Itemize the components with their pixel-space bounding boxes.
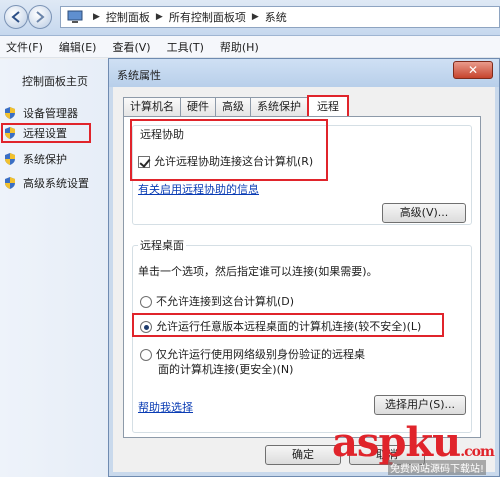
watermark-tagline: 免费网站源码下载站! bbox=[388, 460, 487, 475]
tab-strip: 计算机名 硬件 高级 系统保护 远程 bbox=[123, 95, 349, 117]
remote-assistance-title: 远程协助 bbox=[138, 126, 186, 142]
shield-icon bbox=[5, 153, 15, 165]
select-users-button[interactable]: 选择用户(S)... bbox=[374, 395, 466, 415]
breadcrumb: ▶ 控制面板 ▶ 所有控制面板项 ▶ 系统 bbox=[87, 9, 287, 25]
sidebar-item-label: 设备管理器 bbox=[23, 107, 78, 120]
sidebar-item-system-protection[interactable]: 系统保护 bbox=[3, 149, 107, 169]
watermark-logo: aspku.com 免费网站源码下载站! bbox=[328, 420, 500, 477]
sidebar-item-advanced-settings[interactable]: 高级系统设置 bbox=[3, 173, 107, 193]
shield-icon bbox=[5, 127, 15, 139]
tab-computer-name[interactable]: 计算机名 bbox=[123, 97, 181, 117]
radio-selected-icon bbox=[140, 321, 152, 333]
control-panel-icon bbox=[67, 10, 83, 23]
menu-edit[interactable]: 编辑(E) bbox=[53, 39, 107, 55]
allow-remote-assistance-checkbox[interactable]: 允许远程协助连接这台计算机(R) bbox=[138, 153, 313, 169]
remote-tab-panel: 远程协助 允许远程协助连接这台计算机(R) 有关启用远程协助的信息 高级(V).… bbox=[123, 116, 481, 438]
chevron-right-icon: ▶ bbox=[251, 12, 259, 22]
close-button[interactable]: ✕ bbox=[453, 61, 493, 79]
watermark-brand-suffix: .com bbox=[460, 444, 495, 460]
checkbox-checked-icon bbox=[138, 156, 150, 168]
sidebar-item-label: 系统保护 bbox=[23, 153, 67, 166]
help-me-choose-link[interactable]: 帮助我选择 bbox=[138, 399, 193, 415]
tab-system-protection[interactable]: 系统保护 bbox=[250, 97, 308, 117]
menu-help[interactable]: 帮助(H) bbox=[214, 39, 269, 55]
radio-label: 仅允许运行使用网络级别身份验证的远程桌面的计算机连接(更安全)(N) bbox=[156, 348, 365, 376]
radio-label: 允许运行任意版本远程桌面的计算机连接(较不安全)(L) bbox=[156, 320, 422, 333]
arrow-right-icon bbox=[36, 11, 45, 23]
tab-remote[interactable]: 远程 bbox=[307, 95, 349, 117]
sidebar-item-label: 高级系统设置 bbox=[23, 177, 89, 190]
menu-tools[interactable]: 工具(T) bbox=[161, 39, 214, 55]
sidebar-item-device-manager[interactable]: 设备管理器 bbox=[3, 103, 107, 123]
radio-icon bbox=[140, 349, 152, 361]
back-button[interactable] bbox=[4, 5, 28, 29]
shield-icon bbox=[5, 177, 15, 189]
shield-icon bbox=[5, 107, 15, 119]
radio-icon bbox=[140, 296, 152, 308]
system-properties-dialog: 系统属性 ✕ 计算机名 硬件 高级 系统保护 远程 远程协助 允许远程协助连接这… bbox=[108, 58, 500, 477]
arrow-left-icon bbox=[11, 11, 20, 23]
breadcrumb-item[interactable]: 控制面板 bbox=[106, 9, 150, 25]
watermark-brand-text: aspku bbox=[332, 419, 461, 466]
tab-advanced[interactable]: 高级 bbox=[215, 97, 251, 117]
remote-desktop-title: 远程桌面 bbox=[138, 237, 186, 253]
remote-assistance-info-link[interactable]: 有关启用远程协助的信息 bbox=[138, 181, 259, 197]
checkbox-label: 允许远程协助连接这台计算机(R) bbox=[154, 155, 314, 168]
control-panel-home-link[interactable]: 控制面板主页 bbox=[22, 73, 88, 89]
radio-label: 不允许连接到这台计算机(D) bbox=[156, 295, 295, 308]
sidebar-item-label: 远程设置 bbox=[23, 127, 67, 140]
breadcrumb-item[interactable]: 系统 bbox=[265, 9, 287, 25]
radio-disallow-connections[interactable]: 不允许连接到这台计算机(D) bbox=[140, 293, 294, 309]
radio-allow-nla-only[interactable]: 仅允许运行使用网络级别身份验证的远程桌面的计算机连接(更安全)(N) bbox=[140, 347, 370, 377]
sidebar-item-remote-settings[interactable]: 远程设置 bbox=[1, 123, 91, 143]
dialog-title: 系统属性 bbox=[117, 69, 161, 82]
address-toolbar: ▶ 控制面板 ▶ 所有控制面板项 ▶ 系统 bbox=[0, 0, 500, 36]
radio-allow-any-version[interactable]: 允许运行任意版本远程桌面的计算机连接(较不安全)(L) bbox=[140, 318, 421, 334]
tab-hardware[interactable]: 硬件 bbox=[180, 97, 216, 117]
menu-bar: 文件(F) 编辑(E) 查看(V) 工具(T) 帮助(H) bbox=[0, 36, 500, 58]
left-pane: 控制面板主页 设备管理器 远程设置 系统保护 高级系统设置 bbox=[0, 59, 112, 477]
address-bar[interactable]: ▶ 控制面板 ▶ 所有控制面板项 ▶ 系统 bbox=[60, 6, 500, 28]
menu-file[interactable]: 文件(F) bbox=[0, 39, 53, 55]
remote-desktop-instruction: 单击一个选项，然后指定谁可以连接(如果需要)。 bbox=[138, 265, 378, 278]
breadcrumb-item[interactable]: 所有控制面板项 bbox=[169, 9, 246, 25]
chevron-right-icon: ▶ bbox=[155, 12, 163, 22]
dialog-titlebar[interactable]: 系统属性 ✕ bbox=[109, 59, 499, 87]
chevron-right-icon: ▶ bbox=[93, 12, 100, 22]
advanced-button[interactable]: 高级(V)... bbox=[382, 203, 466, 223]
forward-button[interactable] bbox=[28, 5, 52, 29]
close-icon: ✕ bbox=[467, 63, 479, 77]
menu-view[interactable]: 查看(V) bbox=[106, 39, 160, 55]
